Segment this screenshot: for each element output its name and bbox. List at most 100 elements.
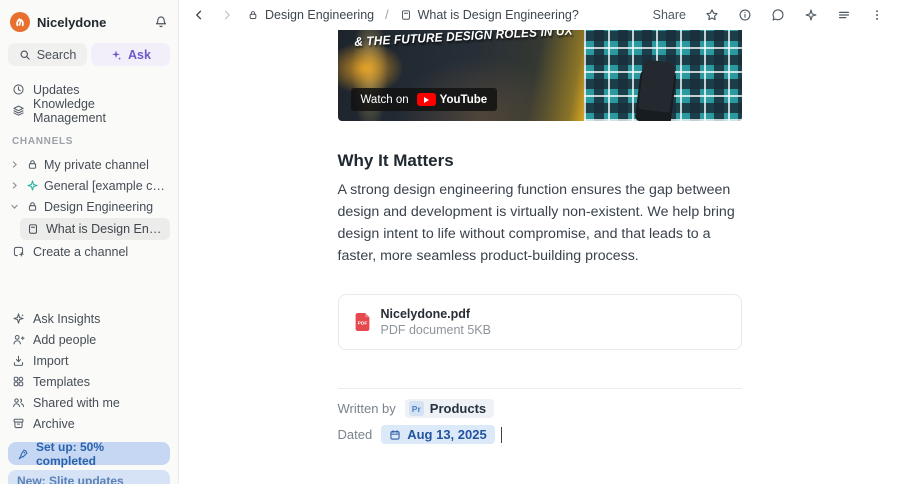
- sparkles-icon: [110, 49, 122, 61]
- sparkle-icon: [12, 312, 25, 325]
- document-icon: [27, 223, 39, 235]
- topbar-actions: Share: [653, 8, 884, 22]
- sparkles-icon[interactable]: [804, 8, 818, 22]
- svg-text:PDF: PDF: [357, 321, 367, 327]
- search-button-label: Search: [36, 47, 77, 62]
- workspace-name: Nicelydone: [37, 14, 107, 30]
- watch-on-youtube-button[interactable]: Watch on YouTube: [350, 88, 498, 111]
- share-button[interactable]: Share: [653, 8, 686, 22]
- sidebar-channel-design-engineering[interactable]: Design Engineering: [8, 196, 170, 217]
- author-name: Products: [429, 401, 487, 416]
- ask-button-label: Ask: [128, 47, 151, 62]
- written-by-label: Written by: [337, 401, 396, 416]
- video-overlay-title: & THE FUTURE DESIGN ROLES IN UX: [353, 30, 573, 49]
- chevron-right-icon[interactable]: [10, 181, 21, 190]
- archive-icon: [12, 417, 25, 430]
- forward-chevron-icon[interactable]: [221, 9, 233, 21]
- youtube-logo: YouTube: [416, 93, 488, 106]
- sidebar-item-label: Updates: [33, 82, 80, 97]
- search-button[interactable]: Search: [8, 43, 87, 66]
- chevron-down-icon[interactable]: [10, 202, 21, 211]
- pdf-attachment-card[interactable]: PDF Nicelydone.pdf PDF document 5KB: [337, 294, 742, 350]
- sidebar-page-what-is-design-engineering[interactable]: What is Design Engineerin…: [20, 218, 170, 240]
- sidebar-item-import[interactable]: Import: [8, 350, 170, 371]
- create-channel-button[interactable]: Create a channel: [8, 241, 170, 262]
- star-icon[interactable]: [705, 8, 719, 22]
- microphone: [637, 59, 676, 113]
- chevron-right-icon[interactable]: [10, 160, 21, 169]
- search-icon: [19, 49, 31, 61]
- sidebar-item-templates[interactable]: Templates: [8, 371, 170, 392]
- sidebar-channel-my-private-channel[interactable]: My private channel: [8, 154, 170, 175]
- text-cursor: [500, 426, 503, 443]
- sidebar-item-shared-with-me[interactable]: Shared with me: [8, 392, 170, 413]
- channels-heading: CHANNELS: [12, 136, 74, 147]
- video-thumbnail-plaid-shirt: [583, 30, 742, 121]
- channel-label: General [example channel]: [44, 178, 168, 193]
- date-chip[interactable]: Aug 13, 2025: [381, 425, 495, 444]
- page-label: What is Design Engineerin…: [46, 222, 163, 236]
- breadcrumb-page[interactable]: What is Design Engineering?: [400, 8, 579, 22]
- breadcrumb-channel-label: Design Engineering: [265, 8, 375, 22]
- pdf-file-icon: PDF: [355, 313, 370, 331]
- pdf-file-name: Nicelydone.pdf: [380, 307, 471, 321]
- kebab-menu-icon[interactable]: [870, 8, 884, 22]
- sidebar-item-knowledge-management[interactable]: Knowledge Management: [8, 97, 170, 125]
- breadcrumb: Design Engineering / What is Design Engi…: [247, 8, 579, 22]
- document-icon: [400, 9, 412, 21]
- main-area: Design Engineering / What is Design Engi…: [179, 0, 900, 484]
- sidebar-item-label: Import: [33, 353, 69, 368]
- sidebar-item-label: Add people: [33, 332, 97, 347]
- youtube-wordmark: YouTube: [439, 93, 488, 106]
- pdf-attachment-text: Nicelydone.pdf PDF document 5KB: [381, 307, 491, 337]
- channel-label: Design Engineering: [44, 199, 154, 214]
- promo-banner-label: New: Slite updates: [17, 474, 124, 484]
- youtube-play-icon: [416, 93, 436, 106]
- section-divider: [337, 388, 742, 389]
- dated-label: Dated: [337, 427, 373, 442]
- date-value: Aug 13, 2025: [407, 427, 487, 442]
- dated-row: Dated Aug 13, 2025: [338, 425, 742, 444]
- notifications-bell-icon[interactable]: [154, 15, 168, 29]
- sidebar-item-label: Templates: [33, 374, 90, 389]
- add-person-icon: [12, 333, 25, 346]
- channel-label: My private channel: [44, 157, 149, 172]
- pdf-file-meta: PDF document 5KB: [380, 323, 491, 337]
- lock-icon: [26, 200, 39, 213]
- author-chip[interactable]: Pr Products: [404, 399, 495, 418]
- import-icon: [12, 354, 25, 367]
- sidebar-channel-general-example[interactable]: General [example channel]: [8, 175, 170, 196]
- sidebar-item-label: Archive: [33, 416, 75, 431]
- ask-button[interactable]: Ask: [91, 43, 170, 66]
- info-icon[interactable]: [738, 8, 752, 22]
- breadcrumb-separator: /: [385, 8, 389, 22]
- breadcrumb-page-label: What is Design Engineering?: [417, 8, 579, 22]
- body-paragraph: A strong design engineering function ens…: [337, 182, 735, 264]
- people-icon: [12, 396, 25, 409]
- calendar-icon: [389, 429, 401, 441]
- sidebar-item-ask-insights[interactable]: Ask Insights: [8, 308, 170, 329]
- setup-progress-banner[interactable]: Set up: 50% completed: [8, 439, 170, 468]
- promo-banner-clipped[interactable]: New: Slite updates: [8, 470, 170, 484]
- sidebar-item-label: Shared with me: [33, 395, 120, 410]
- document-content: & THE FUTURE DESIGN ROLES IN UX Watch on…: [337, 30, 742, 444]
- rocket-icon: [17, 448, 29, 460]
- youtube-video-embed[interactable]: & THE FUTURE DESIGN ROLES IN UX Watch on…: [337, 30, 742, 121]
- sidebar-item-archive[interactable]: Archive: [8, 413, 170, 434]
- setup-progress-label: Set up: 50% completed: [36, 439, 105, 468]
- breadcrumb-channel[interactable]: Design Engineering: [247, 8, 374, 22]
- author-avatar-badge: Pr: [408, 401, 424, 416]
- sidebar-item-label: Ask Insights: [33, 311, 101, 326]
- clock-icon: [12, 83, 25, 96]
- sidebar-item-add-people[interactable]: Add people: [8, 329, 170, 350]
- create-channel-label: Create a channel: [33, 244, 129, 259]
- topbar: Design Engineering / What is Design Engi…: [179, 0, 900, 30]
- layers-icon: [12, 104, 25, 117]
- workspace-header[interactable]: Nicelydone: [8, 10, 170, 43]
- history-nav: [193, 9, 233, 21]
- sidebar-actions: Search Ask: [8, 43, 170, 79]
- comment-icon[interactable]: [771, 8, 785, 22]
- back-chevron-icon[interactable]: [193, 9, 205, 21]
- outline-icon[interactable]: [837, 8, 851, 22]
